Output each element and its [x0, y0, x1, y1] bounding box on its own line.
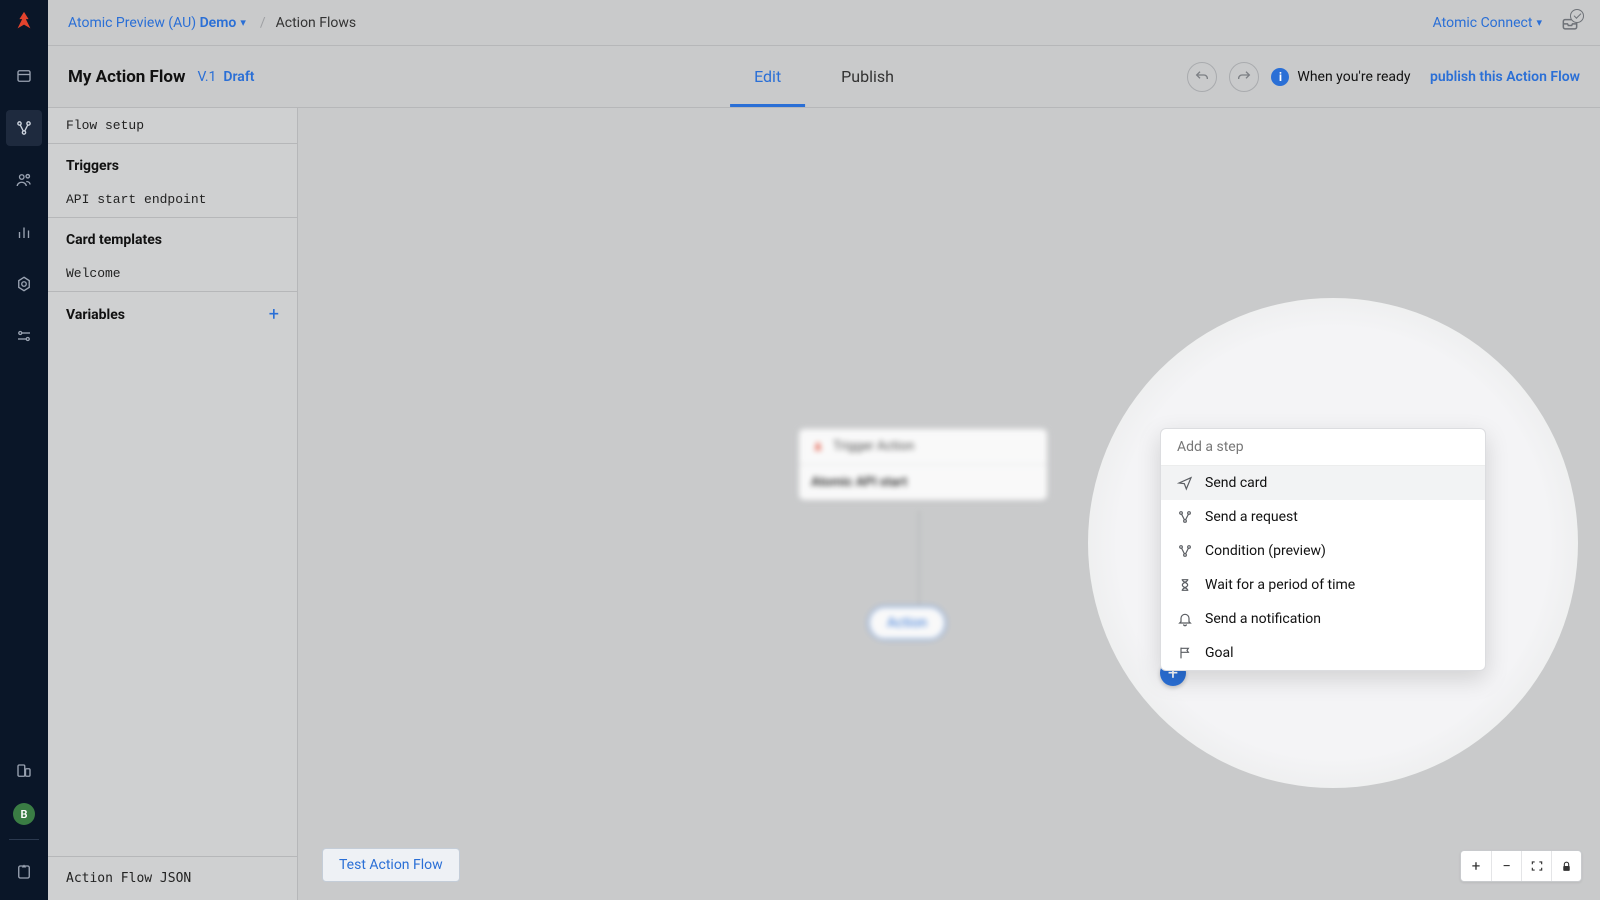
undo-button[interactable]: [1187, 62, 1217, 92]
nav-flows-icon[interactable]: [6, 110, 42, 146]
inbox-icon[interactable]: [1560, 13, 1580, 33]
add-step-popup: Add a step Send card Send a request Cond…: [1160, 428, 1486, 671]
bell-icon: [1177, 611, 1193, 627]
fit-screen-button[interactable]: [1521, 851, 1551, 881]
side-panel: Flow setup Triggers API start endpoint C…: [48, 108, 298, 900]
version-status: Draft: [223, 69, 254, 85]
tab-edit[interactable]: Edit: [754, 46, 781, 107]
step-label: Condition (preview): [1205, 543, 1326, 559]
step-label: Send card: [1205, 475, 1267, 491]
wait-icon: [1177, 577, 1193, 593]
nav-cards-icon[interactable]: [6, 58, 42, 94]
zoom-out-button[interactable]: −: [1491, 851, 1521, 881]
step-goal[interactable]: Goal: [1161, 636, 1485, 670]
nav-settings-icon[interactable]: [6, 266, 42, 302]
nav-rail: B: [0, 0, 48, 900]
nav-help-icon[interactable]: [6, 854, 42, 890]
page-header: My Action Flow V.1 Draft Edit Publish i …: [48, 46, 1600, 108]
info-icon: i: [1271, 68, 1289, 86]
step-label: Send a notification: [1205, 611, 1321, 627]
app-logo: [13, 10, 35, 32]
sidebar-variables-label: Variables: [66, 307, 125, 323]
test-flow-button[interactable]: Test Action Flow: [322, 848, 460, 882]
add-variable-button[interactable]: +: [269, 306, 279, 324]
publish-hint-text: When you're ready: [1297, 69, 1410, 85]
chevron-down-icon[interactable]: ▾: [240, 16, 246, 29]
breadcrumb-bar: Atomic Preview (AU) Demo ▾ / Action Flow…: [48, 0, 1600, 46]
flow-canvas[interactable]: Trigger Action Atomic API start Action +…: [298, 108, 1600, 900]
trigger-node-name: Atomic API start: [799, 465, 1047, 500]
flow-version[interactable]: V.1 Draft: [197, 69, 254, 85]
nav-config-icon[interactable]: [6, 318, 42, 354]
publish-hint: i When you're ready publish this Action …: [1271, 68, 1580, 86]
branch-icon: [1177, 543, 1193, 559]
step-send-request[interactable]: Send a request: [1161, 500, 1485, 534]
sidebar-templates-head: Card templates: [48, 218, 297, 256]
lock-button[interactable]: [1551, 851, 1581, 881]
redo-button[interactable]: [1229, 62, 1259, 92]
version-number: V.1: [197, 69, 216, 85]
step-send-card[interactable]: Send card: [1161, 466, 1485, 500]
sidebar-trigger-item[interactable]: API start endpoint: [48, 182, 297, 217]
app-logo-icon: [811, 440, 825, 454]
step-label: Send a request: [1205, 509, 1298, 525]
sidebar-json-link[interactable]: Action Flow JSON: [48, 856, 297, 900]
send-icon: [1177, 475, 1193, 491]
nav-analytics-icon[interactable]: [6, 214, 42, 250]
tab-publish[interactable]: Publish: [841, 46, 894, 107]
breadcrumb-sep: /: [260, 15, 266, 31]
flag-icon: [1177, 645, 1193, 661]
nav-devices-icon[interactable]: [6, 753, 42, 789]
breadcrumb-workspace[interactable]: Atomic Preview (AU): [68, 15, 196, 31]
trigger-node[interactable]: Trigger Action Atomic API start: [798, 428, 1048, 501]
publish-link[interactable]: publish this Action Flow: [1430, 69, 1580, 85]
user-avatar[interactable]: B: [13, 803, 35, 825]
request-icon: [1177, 509, 1193, 525]
popup-title: Add a step: [1161, 429, 1485, 466]
check-badge-icon: [1570, 9, 1584, 23]
chevron-down-icon: ▾: [1536, 16, 1542, 29]
rail-divider: [9, 839, 39, 840]
breadcrumb-env[interactable]: Demo: [200, 15, 237, 31]
sidebar-triggers-head: Triggers: [48, 144, 297, 182]
step-wait[interactable]: Wait for a period of time: [1161, 568, 1485, 602]
zoom-in-button[interactable]: +: [1461, 851, 1491, 881]
zoom-controls: + −: [1460, 850, 1582, 882]
header-tabs: Edit Publish: [754, 46, 894, 107]
action-pill[interactable]: Action: [868, 606, 946, 640]
step-notification[interactable]: Send a notification: [1161, 602, 1485, 636]
breadcrumb-page[interactable]: Action Flows: [276, 15, 357, 31]
step-label: Goal: [1205, 645, 1234, 661]
sidebar-flow-setup[interactable]: Flow setup: [48, 108, 297, 144]
step-label: Wait for a period of time: [1205, 577, 1355, 593]
sidebar-template-item[interactable]: Welcome: [48, 256, 297, 291]
sidebar-variables-head: Variables +: [48, 292, 297, 332]
flow-title: My Action Flow: [68, 67, 185, 87]
nav-users-icon[interactable]: [6, 162, 42, 198]
step-condition[interactable]: Condition (preview): [1161, 534, 1485, 568]
trigger-node-type: Trigger Action: [833, 439, 914, 454]
atomic-connect-link[interactable]: Atomic Connect ▾: [1433, 15, 1542, 31]
atomic-connect-label: Atomic Connect: [1433, 15, 1533, 31]
connector-line: [918, 511, 920, 606]
